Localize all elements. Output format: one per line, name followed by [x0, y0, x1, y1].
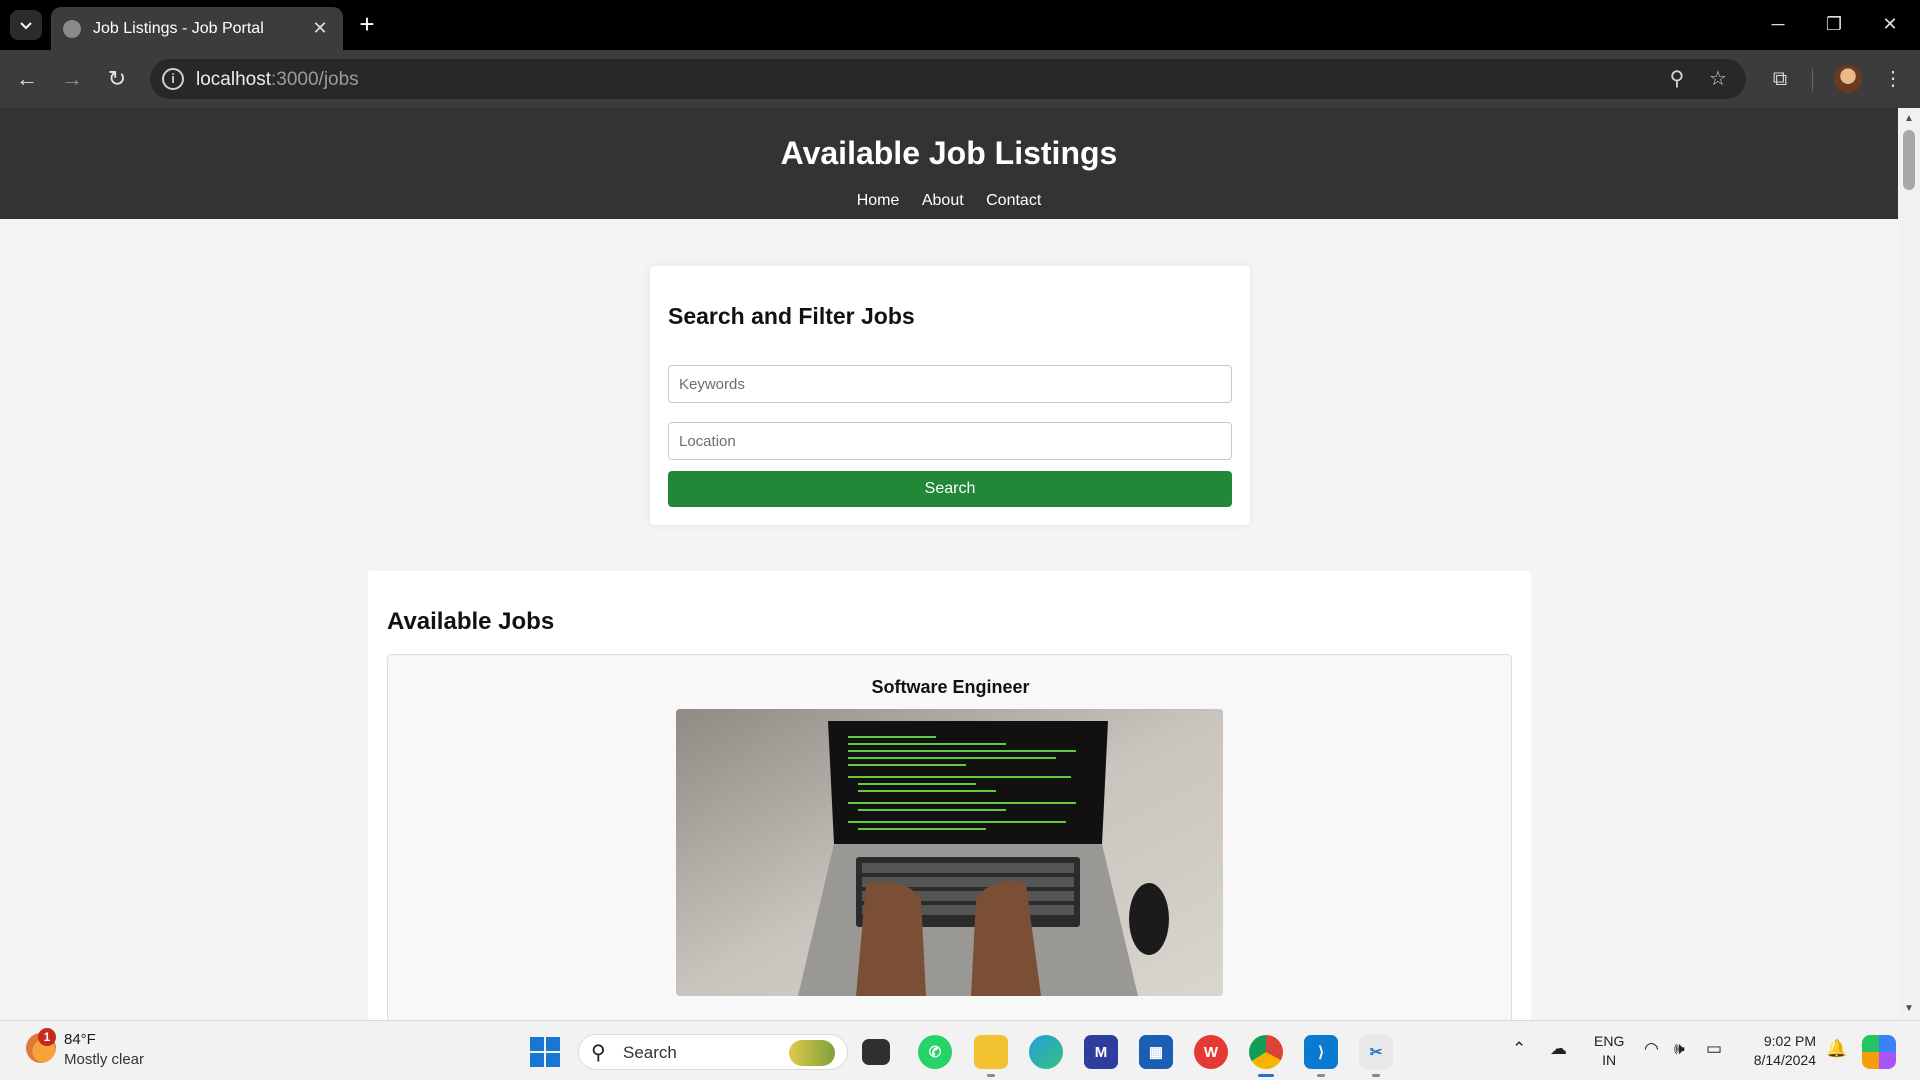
close-window-button[interactable]: ✕ — [1870, 8, 1910, 40]
globe-icon — [63, 19, 81, 38]
copilot-icon[interactable] — [1862, 1035, 1896, 1069]
windows-logo-icon — [530, 1037, 544, 1051]
chevron-down-icon — [20, 22, 32, 30]
job-card[interactable]: Software Engineer — [387, 654, 1512, 1020]
tab-job-listings[interactable]: Job Listings - Job Portal ✕ — [51, 7, 343, 50]
volume-icon[interactable]: 🕪 — [1674, 1039, 1685, 1059]
url-text[interactable]: localhost:3000/jobs — [196, 69, 359, 91]
browser-toolbar: ← → ↻ i localhost:3000/jobs ⚲ ☆ ⧉ ⋮ — [0, 50, 1920, 108]
language-indicator[interactable]: ENG IN — [1594, 1032, 1624, 1070]
whatsapp-icon[interactable]: ✆ — [918, 1035, 952, 1069]
job-title: Software Engineer — [871, 677, 1030, 697]
extensions-icon[interactable]: ⧉ — [1766, 65, 1794, 93]
scroll-up-arrow[interactable]: ▲ — [1898, 110, 1920, 128]
location-input[interactable] — [668, 422, 1232, 460]
menu-icon[interactable]: ⋮ — [1879, 65, 1907, 93]
vscode-icon[interactable]: ⟩ — [1304, 1035, 1338, 1069]
nav-about-link[interactable]: About — [922, 192, 964, 209]
notifications-icon[interactable]: 🔔 — [1826, 1039, 1847, 1059]
taskbar-search-label: Search — [623, 1043, 677, 1062]
lang-code: ENG — [1594, 1033, 1625, 1049]
restore-button[interactable]: ❐ — [1814, 8, 1854, 40]
laptop-code-photo — [676, 709, 1223, 996]
show-hidden-icons[interactable]: ⌃ — [1512, 1039, 1526, 1059]
nav-home-link[interactable]: Home — [857, 192, 900, 209]
vscode-running-indicator — [1317, 1074, 1325, 1077]
clock-date: 8/14/2024 — [1753, 1052, 1816, 1068]
search-heading: Search and Filter Jobs — [668, 303, 915, 329]
chrome-icon[interactable] — [1249, 1035, 1283, 1069]
site-info-icon[interactable]: i — [162, 68, 184, 90]
weather-desc[interactable]: Mostly clear — [64, 1051, 144, 1068]
taskbar-search[interactable]: ⚲ Search — [578, 1034, 848, 1070]
available-jobs-section: Available Jobs Software Engineer — [368, 571, 1531, 1020]
reload-button[interactable]: ↻ — [100, 62, 134, 96]
nav-contact-link[interactable]: Contact — [986, 192, 1041, 209]
tab-title: Job Listings - Job Portal — [93, 19, 264, 37]
jobs-heading: Available Jobs — [387, 608, 555, 635]
scroll-thumb[interactable] — [1903, 130, 1915, 190]
close-tab-icon[interactable]: ✕ — [309, 18, 331, 39]
zoom-icon[interactable]: ⚲ — [1665, 67, 1689, 91]
toolbar-separator — [1812, 69, 1813, 91]
page-title: Available Job Listings — [780, 135, 1118, 171]
onedrive-icon[interactable]: ☁ — [1550, 1039, 1567, 1059]
clock[interactable]: 9:02 PM 8/14/2024 — [1740, 1032, 1816, 1070]
snipping-running-indicator — [1372, 1074, 1380, 1077]
wps-icon[interactable]: W — [1194, 1035, 1228, 1069]
new-tab-button[interactable]: + — [352, 10, 382, 40]
clock-time: 9:02 PM — [1763, 1033, 1816, 1049]
page-viewport: Available Job Listings Home About Contac… — [0, 108, 1920, 1020]
page-scrollbar[interactable]: ▲ ▼ — [1898, 108, 1920, 1020]
search-icon: ⚲ — [591, 1042, 606, 1064]
site-header: Available Job Listings Home About Contac… — [0, 108, 1898, 219]
search-highlight-icon — [789, 1040, 835, 1066]
scroll-down-arrow[interactable]: ▼ — [1898, 1000, 1920, 1018]
site-nav: Home About Contact — [0, 192, 1898, 210]
store-icon[interactable]: ▦ — [1139, 1035, 1173, 1069]
task-view-icon[interactable] — [862, 1039, 890, 1065]
weather-temp[interactable]: 84°F — [64, 1031, 96, 1048]
back-button[interactable]: ← — [10, 62, 44, 96]
math-app-icon[interactable]: M — [1084, 1035, 1118, 1069]
browser-titlebar: Job Listings - Job Portal ✕ + ─ ❐ ✕ — [0, 0, 1920, 50]
file-explorer-running-indicator — [987, 1074, 995, 1077]
edge-icon[interactable] — [1029, 1035, 1063, 1069]
weather-badge: 1 — [38, 1028, 56, 1046]
keywords-input[interactable] — [668, 365, 1232, 403]
windows-taskbar: 1 84°F Mostly clear ⚲ Search ✆ M ▦ W ⟩ ✂… — [0, 1020, 1920, 1080]
minimize-button[interactable]: ─ — [1758, 8, 1798, 40]
tab-search-button[interactable] — [10, 10, 42, 40]
address-bar[interactable]: i localhost:3000/jobs ⚲ ☆ — [150, 59, 1746, 99]
profile-avatar[interactable] — [1834, 65, 1862, 93]
job-image — [676, 709, 1223, 996]
snipping-tool-icon[interactable]: ✂ — [1359, 1035, 1393, 1069]
chrome-active-indicator — [1258, 1074, 1274, 1077]
battery-icon[interactable]: ▭ — [1706, 1039, 1722, 1059]
bookmark-star-icon[interactable]: ☆ — [1706, 67, 1730, 91]
file-explorer-icon[interactable] — [974, 1035, 1008, 1069]
start-button[interactable] — [530, 1037, 560, 1067]
region-code: IN — [1602, 1052, 1617, 1068]
wifi-icon[interactable]: ◠ — [1644, 1039, 1659, 1059]
forward-button[interactable]: → — [55, 62, 89, 96]
search-filter-card: Search and Filter Jobs Search — [650, 266, 1250, 525]
search-button[interactable]: Search — [668, 471, 1232, 507]
